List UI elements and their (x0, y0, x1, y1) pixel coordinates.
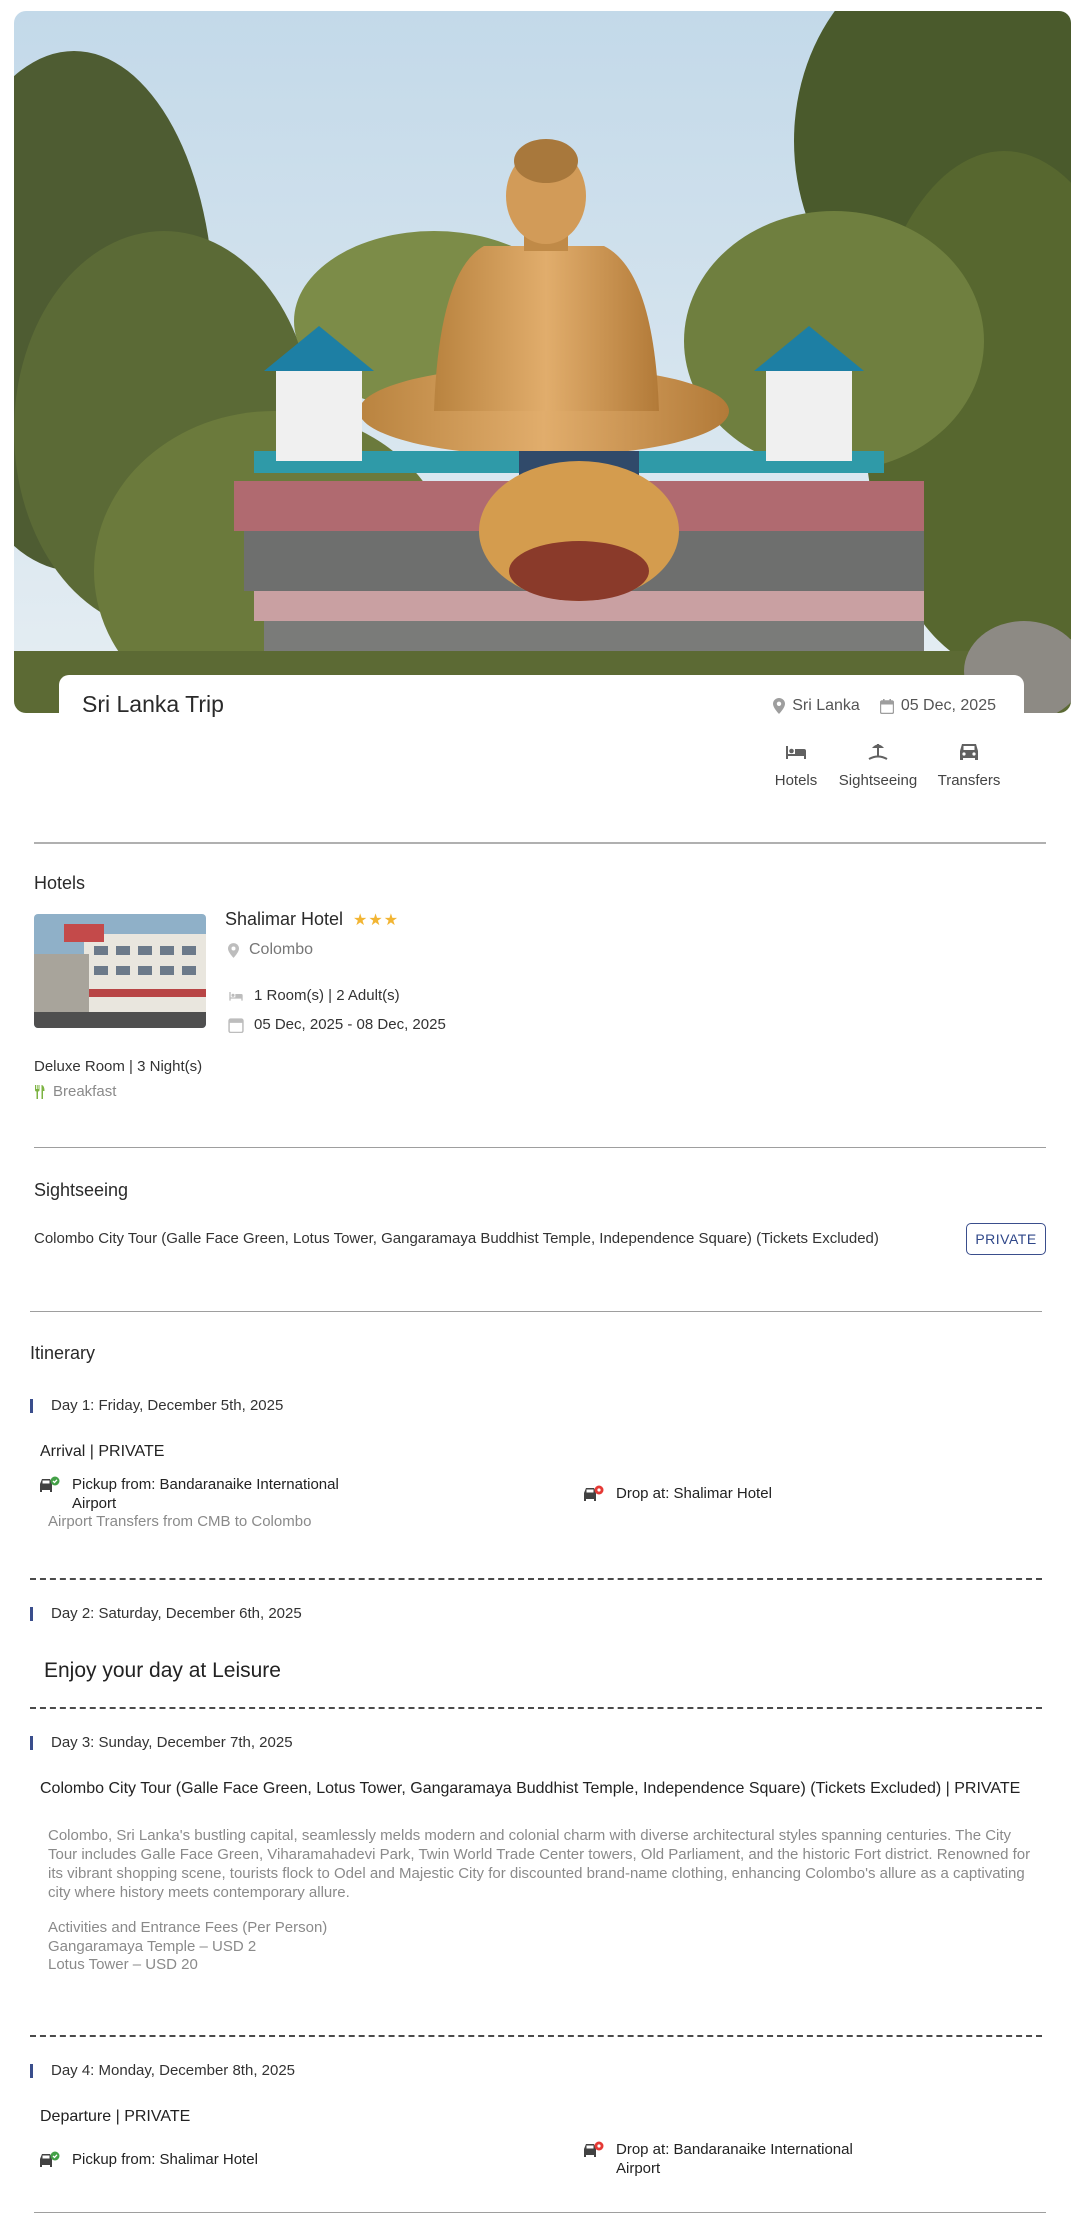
drop-row: Drop at: Shalimar Hotel (582, 1484, 772, 1505)
itinerary-item-title: Colombo City Tour (Galle Face Green, Lot… (40, 1780, 1021, 1797)
divider (34, 2212, 1046, 2213)
dashed-divider (30, 1707, 1042, 1709)
meal-plan: Breakfast (34, 1083, 116, 1100)
hotel-dates-text: 05 Dec, 2025 - 08 Dec, 2025 (254, 1016, 446, 1033)
service-sightseeing[interactable]: Sightseeing (838, 740, 918, 789)
divider (34, 1147, 1046, 1148)
location-pin-icon (228, 942, 239, 958)
cutlery-icon (35, 1084, 45, 1099)
trip-location-text: Sri Lanka (792, 697, 860, 714)
trip-date-text: 05 Dec, 2025 (900, 697, 996, 714)
pickup-text: Pickup from: Bandaranaike International … (72, 1475, 339, 1513)
day-label: Day 1: Friday, December 5th, 2025 (30, 1398, 283, 1413)
service-sightseeing-label: Sightseeing (838, 772, 918, 789)
fee-item: Lotus Tower – USD 20 (48, 1956, 198, 1973)
hotel-city-text: Colombo (249, 941, 314, 958)
location-pin-icon (773, 698, 786, 714)
pickup-text-line: Pickup from: Bandaranaike International (72, 1476, 339, 1493)
day-label: Day 3: Sunday, December 7th, 2025 (30, 1735, 293, 1750)
dashed-divider (30, 2035, 1042, 2037)
hotel-dates: 05 Dec, 2025 - 08 Dec, 2025 (228, 1016, 446, 1033)
sightseeing-item[interactable]: Colombo City Tour (Galle Face Green, Lot… (34, 1230, 879, 1247)
day-label: Day 4: Monday, December 8th, 2025 (30, 2063, 295, 2078)
car-drop-icon (584, 2141, 604, 2157)
itinerary-item-title: Arrival | PRIVATE (40, 1443, 165, 1460)
dashed-divider (30, 1578, 1042, 1580)
hotel-city: Colombo (228, 941, 313, 959)
car-pickup-icon (40, 1476, 60, 1492)
drop-text: Drop at: Shalimar Hotel (616, 1485, 772, 1502)
day-label: Day 2: Saturday, December 6th, 2025 (30, 1606, 302, 1621)
hero-image (14, 11, 1071, 713)
tour-description: Colombo, Sri Lanka's bustling capital, s… (48, 1827, 1031, 1901)
car-drop-icon (584, 1485, 604, 1501)
trip-location: Sri Lanka (773, 697, 860, 715)
calendar-icon (228, 1017, 244, 1033)
trip-title: Sri Lanka Trip (82, 691, 224, 717)
pickup-row: Pickup from: Shalimar Hotel (38, 2150, 258, 2171)
hotel-name[interactable]: Shalimar Hotel ★★★ (225, 909, 399, 930)
pickup-text: Pickup from: Shalimar Hotel (72, 2151, 258, 2168)
bed-icon (786, 746, 806, 759)
pickup-row: Pickup from: Bandaranaike International … (38, 1475, 339, 1513)
service-hotels[interactable]: Hotels (770, 740, 822, 789)
sightseeing-icon (868, 744, 888, 760)
divider (34, 842, 1046, 844)
itinerary-item-title: Departure | PRIVATE (40, 2108, 191, 2125)
service-transfers[interactable]: Transfers (934, 740, 1004, 789)
drop-row: Drop at: Bandaranaike International Airp… (582, 2140, 853, 2178)
sightseeing-section-title: Sightseeing (34, 1180, 129, 1200)
hotel-name-text: Shalimar Hotel (225, 909, 344, 929)
divider (30, 1311, 1042, 1312)
drop-text: Drop at: Bandaranaike International Airp… (616, 2140, 853, 2178)
hotels-section-title: Hotels (34, 873, 86, 893)
room-type: Deluxe Room | 3 Night(s) (34, 1058, 203, 1075)
service-transfers-label: Transfers (937, 772, 1001, 789)
star-rating: ★★★ (353, 911, 400, 929)
car-icon (960, 744, 978, 760)
golden-temple-illustration (14, 11, 1071, 713)
private-badge: PRIVATE (966, 1223, 1046, 1255)
drop-text-line: Drop at: Bandaranaike International (616, 2141, 853, 2158)
bed-icon (229, 991, 243, 1001)
hotel-rooms-text: 1 Room(s) | 2 Adult(s) (254, 987, 400, 1004)
pickup-text-line: Airport (72, 1495, 117, 1512)
leisure-title: Enjoy your day at Leisure (44, 1659, 281, 1682)
fees-title: Activities and Entrance Fees (Per Person… (48, 1919, 328, 1936)
transfer-note: Airport Transfers from CMB to Colombo (48, 1513, 312, 1530)
trip-meta: Sri Lanka 05 Dec, 2025 (773, 697, 996, 715)
fee-item: Gangaramaya Temple – USD 2 (48, 1938, 257, 1955)
trip-date: 05 Dec, 2025 (879, 697, 996, 715)
hotel-photo (34, 914, 206, 1028)
calendar-icon (879, 698, 894, 714)
itinerary-section-title: Itinerary (30, 1343, 96, 1363)
car-pickup-icon (40, 2151, 60, 2167)
hotel-image[interactable] (34, 914, 206, 1028)
service-icons: Hotels Sightseeing Transfers (770, 740, 1004, 789)
meal-plan-text: Breakfast (53, 1083, 117, 1100)
hotel-rooms: 1 Room(s) | 2 Adult(s) (228, 987, 400, 1004)
service-hotels-label: Hotels (774, 772, 818, 789)
drop-text-line: Airport (616, 2160, 661, 2177)
